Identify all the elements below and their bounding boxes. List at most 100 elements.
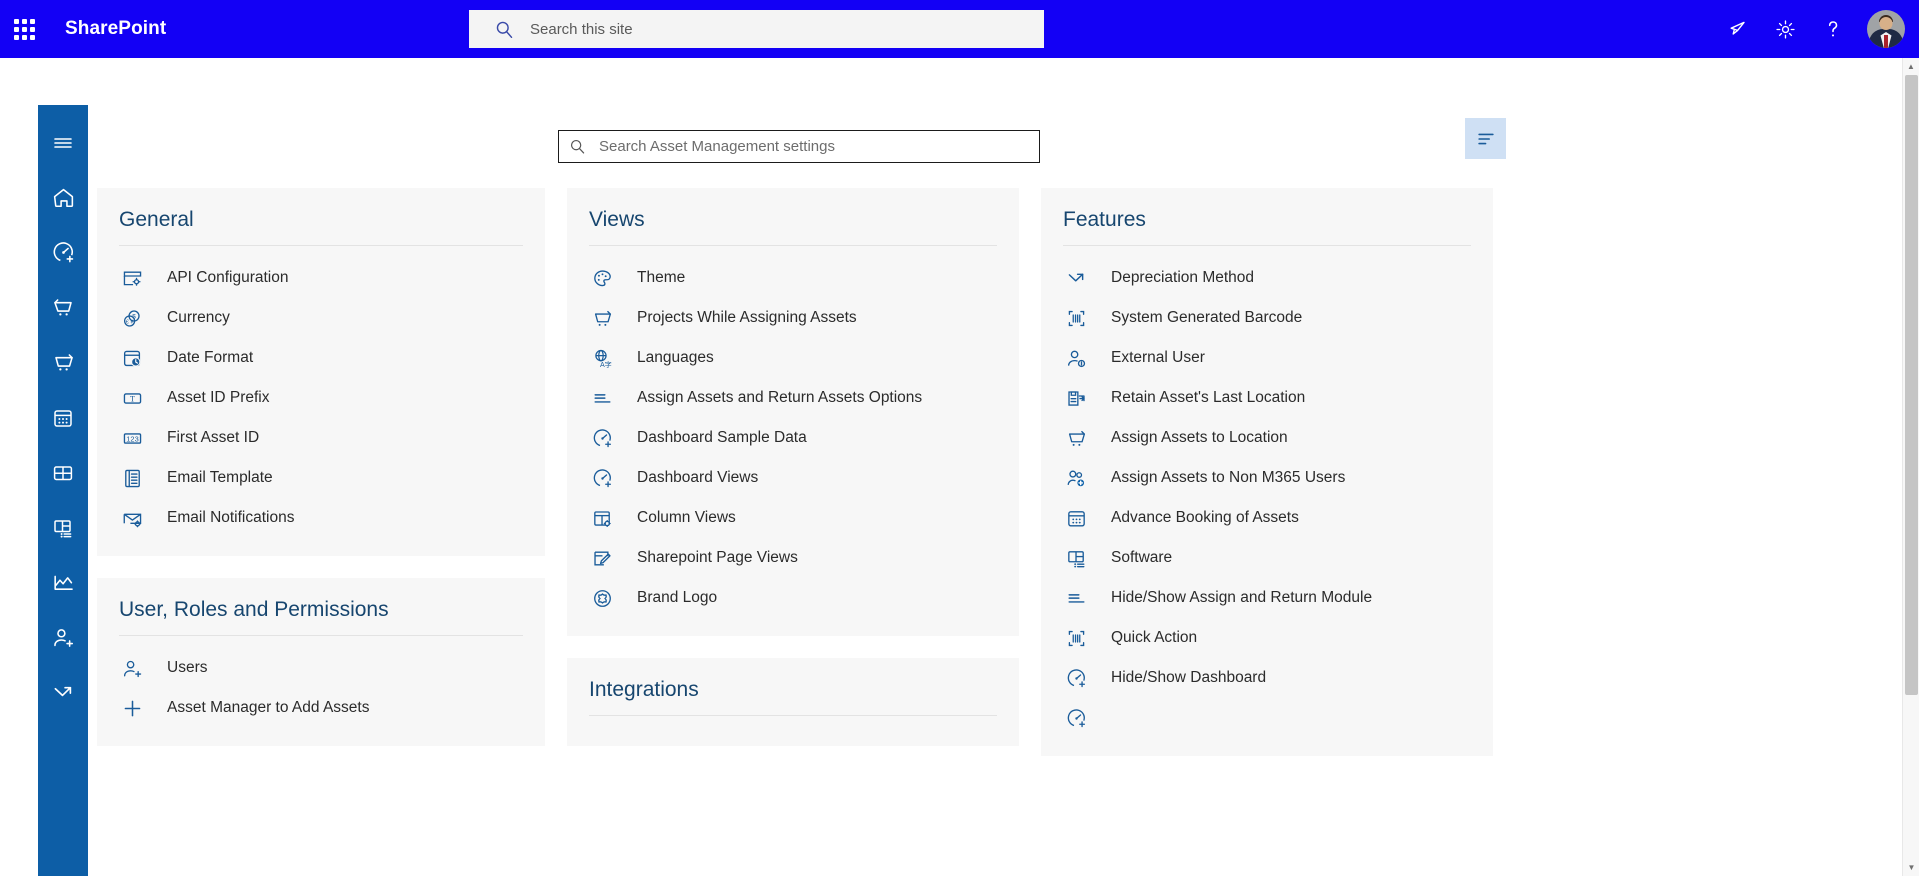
- rail-item-depreciation[interactable]: [38, 665, 88, 720]
- setting-label: Retain Asset's Last Location: [1111, 389, 1306, 406]
- site-search[interactable]: [469, 10, 1044, 48]
- setting-row-partial[interactable]: [1063, 698, 1471, 738]
- setting-dashboard-views[interactable]: Dashboard Views: [589, 458, 997, 498]
- column-left: General API Configuration $ € ¥ Currency…: [97, 188, 545, 756]
- card-title: Features: [1063, 208, 1146, 231]
- rail-item-users[interactable]: [38, 610, 88, 665]
- options-lines-icon: [589, 387, 615, 410]
- setting-assign-assets-to-location[interactable]: Assign Assets to Location: [1063, 418, 1471, 458]
- dashboard-add-icon: [589, 467, 615, 490]
- help-button[interactable]: [1811, 7, 1855, 51]
- card-views: Views Theme Projects While Assigning Ass…: [567, 188, 1019, 636]
- avatar[interactable]: [1867, 10, 1905, 48]
- setting-label: First Asset ID: [167, 429, 260, 446]
- card-user-roles-permissions: User, Roles and Permissions Users Asset …: [97, 578, 545, 746]
- setting-hide-show-dashboard[interactable]: Hide/Show Dashboard: [1063, 658, 1471, 698]
- setting-theme[interactable]: Theme: [589, 258, 997, 298]
- site-search-input[interactable]: [528, 19, 1032, 39]
- setting-label: Dashboard Views: [637, 469, 759, 486]
- setting-label: Asset Manager to Add Assets: [167, 699, 370, 716]
- setting-quick-action[interactable]: Quick Action: [1063, 618, 1471, 658]
- setting-asset-id-prefix[interactable]: T Asset ID Prefix: [119, 378, 523, 418]
- user-add-icon: [119, 657, 145, 680]
- settings-content: General: [88, 58, 1907, 876]
- setting-label: External User: [1111, 349, 1205, 366]
- divider: [119, 635, 523, 636]
- app-launcher-button[interactable]: [0, 0, 48, 58]
- svg-text:123: 123: [126, 434, 138, 443]
- scrollbar-thumb[interactable]: [1905, 75, 1918, 695]
- brand-sharepoint[interactable]: SharePoint: [65, 18, 166, 40]
- return-cart-icon: [51, 295, 76, 320]
- line-chart-icon: [51, 570, 76, 595]
- dashboard-add-icon: [589, 427, 615, 450]
- rail-item-dashboard[interactable]: [38, 225, 88, 280]
- setting-users[interactable]: Users: [119, 648, 523, 688]
- setting-advance-booking-of-assets[interactable]: Advance Booking of Assets: [1063, 498, 1471, 538]
- setting-label: Quick Action: [1111, 629, 1198, 646]
- setting-brand-logo[interactable]: Brand Logo: [589, 578, 997, 618]
- dashboard-add-icon: [1063, 667, 1089, 690]
- setting-retain-assets-last-location[interactable]: Retain Asset's Last Location: [1063, 378, 1471, 418]
- svg-text:字: 字: [604, 360, 611, 369]
- setting-date-format[interactable]: Date Format: [119, 338, 523, 378]
- setting-depreciation-method[interactable]: Depreciation Method: [1063, 258, 1471, 298]
- search-icon: [495, 20, 514, 39]
- setting-label: Email Template: [167, 469, 273, 486]
- setting-email-notifications[interactable]: Email Notifications: [119, 498, 523, 538]
- setting-api-configuration[interactable]: API Configuration: [119, 258, 523, 298]
- setting-first-asset-id[interactable]: 123 First Asset ID: [119, 418, 523, 458]
- cart-icon: [589, 307, 615, 330]
- palette-icon: [589, 267, 615, 290]
- setting-label: Depreciation Method: [1111, 269, 1255, 286]
- setting-label: Asset ID Prefix: [167, 389, 270, 406]
- column-right: Features Depreciation Method System Gene…: [1041, 188, 1493, 756]
- setting-languages[interactable]: A 字 Languages: [589, 338, 997, 378]
- scroll-down-button[interactable]: ▼: [1903, 859, 1919, 876]
- email-template-icon: [119, 467, 145, 490]
- settings-button[interactable]: [1763, 7, 1807, 51]
- setting-sharepoint-page-views[interactable]: Sharepoint Page Views: [589, 538, 997, 578]
- setting-assign-assets-to-non-m365-users[interactable]: Assign Assets to Non M365 Users: [1063, 458, 1471, 498]
- rail-item-return-assets[interactable]: [38, 280, 88, 335]
- setting-asset-manager-to-add-assets[interactable]: Asset Manager to Add Assets: [119, 688, 523, 728]
- left-rail: [38, 105, 88, 876]
- filter-settings-button[interactable]: [1465, 118, 1506, 159]
- setting-label: Users: [167, 659, 208, 676]
- setting-external-user[interactable]: External User: [1063, 338, 1471, 378]
- settings-search-input[interactable]: [597, 137, 1029, 156]
- rail-item-advance-booking[interactable]: [38, 390, 88, 445]
- user-group-add-icon: [1063, 467, 1089, 490]
- settings-columns: General API Configuration $ € ¥ Currency…: [88, 188, 1907, 756]
- rail-item-assign-assets[interactable]: [38, 335, 88, 390]
- setting-currency[interactable]: $ € ¥ Currency: [119, 298, 523, 338]
- setting-projects-while-assigning-assets[interactable]: Projects While Assigning Assets: [589, 298, 997, 338]
- rail-item-assets-table[interactable]: [38, 445, 88, 500]
- settings-search[interactable]: [558, 130, 1040, 163]
- rail-item-menu[interactable]: [38, 115, 88, 170]
- scroll-up-button[interactable]: ▲: [1903, 58, 1919, 75]
- page-scrollbar[interactable]: ▲ ▼: [1902, 58, 1919, 876]
- svg-text:€: €: [125, 319, 128, 325]
- divider: [589, 715, 997, 716]
- setting-dashboard-sample-data[interactable]: Dashboard Sample Data: [589, 418, 997, 458]
- setting-email-template[interactable]: Email Template: [119, 458, 523, 498]
- setting-label: System Generated Barcode: [1111, 309, 1303, 326]
- user-add-icon: [51, 625, 76, 650]
- rail-item-reports[interactable]: [38, 555, 88, 610]
- setting-hide-show-assign-return-module[interactable]: Hide/Show Assign and Return Module: [1063, 578, 1471, 618]
- rail-item-home[interactable]: [38, 170, 88, 225]
- setting-assign-return-options[interactable]: Assign Assets and Return Assets Options: [589, 378, 997, 418]
- card-title: General: [119, 208, 194, 231]
- setting-software[interactable]: Software: [1063, 538, 1471, 578]
- barcode-scan-icon: [1063, 307, 1089, 330]
- barcode-scan-icon: [1063, 627, 1089, 650]
- search-icon: [569, 138, 586, 155]
- setting-column-views[interactable]: Column Views: [589, 498, 997, 538]
- rail-item-software[interactable]: [38, 500, 88, 555]
- setting-system-generated-barcode[interactable]: System Generated Barcode: [1063, 298, 1471, 338]
- external-user-icon: [1063, 347, 1089, 370]
- page-edit-icon: [589, 547, 615, 570]
- setting-label: Column Views: [637, 509, 736, 526]
- announcements-button[interactable]: [1715, 7, 1759, 51]
